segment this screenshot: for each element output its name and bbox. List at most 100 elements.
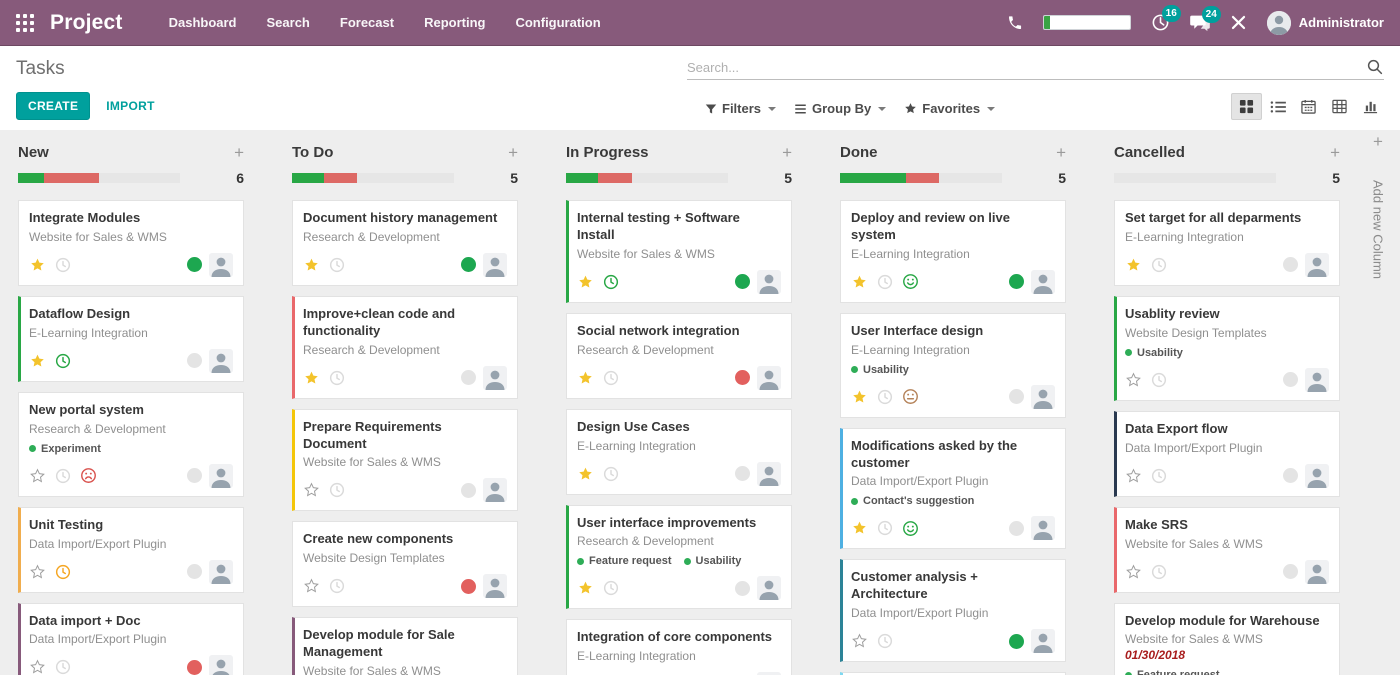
kanban-state-icon[interactable] [187, 257, 202, 272]
activity-clock-icon[interactable] [329, 578, 345, 594]
assignee-avatar[interactable] [1031, 629, 1055, 653]
app-title[interactable]: Project [50, 11, 123, 35]
activity-clock-icon[interactable] [55, 564, 71, 580]
column-progressbar[interactable] [840, 173, 1002, 183]
activity-clock-icon[interactable] [603, 580, 619, 596]
activity-clock-icon[interactable] [1151, 468, 1167, 484]
assignee-avatar[interactable] [209, 464, 233, 488]
priority-star-icon[interactable] [303, 578, 320, 594]
priority-star-icon[interactable] [577, 466, 594, 482]
task-card[interactable]: Prepare Requirements Document Website fo… [292, 409, 518, 512]
kanban-state-icon[interactable] [187, 660, 202, 675]
task-card[interactable]: Dataflow Design E-Learning Integration [18, 296, 244, 382]
task-card[interactable]: User interface improvements Research & D… [566, 505, 792, 610]
task-card[interactable]: Document history management Research & D… [292, 200, 518, 286]
priority-star-icon[interactable] [851, 274, 868, 290]
rating-face-icon[interactable] [902, 388, 919, 405]
search-input[interactable] [687, 60, 1366, 75]
priority-star-icon[interactable] [29, 468, 46, 484]
view-list-button[interactable] [1262, 93, 1293, 120]
menu-dashboard[interactable]: Dashboard [169, 15, 237, 30]
progress-green-segment[interactable] [292, 173, 324, 183]
assignee-avatar[interactable] [483, 366, 507, 390]
kanban-state-icon[interactable] [735, 581, 750, 596]
assignee-avatar[interactable] [209, 349, 233, 373]
progress-green-segment[interactable] [18, 173, 44, 183]
activity-clock-icon[interactable] [877, 633, 893, 649]
priority-star-icon[interactable] [1125, 372, 1142, 388]
activity-clock-icon[interactable] [329, 370, 345, 386]
task-card[interactable]: Set target for all deparments E-Learning… [1114, 200, 1340, 286]
activity-clock-icon[interactable] [55, 257, 71, 273]
kanban-state-icon[interactable] [461, 483, 476, 498]
phone-icon[interactable] [1007, 15, 1023, 31]
priority-star-icon[interactable] [303, 257, 320, 273]
activity-clock-icon[interactable] [329, 257, 345, 273]
kanban-state-icon[interactable] [1009, 634, 1024, 649]
kanban-state-icon[interactable] [1009, 274, 1024, 289]
column-title[interactable]: Cancelled [1114, 144, 1185, 161]
task-card[interactable]: New portal system Research & Development… [18, 392, 244, 497]
priority-star-icon[interactable] [851, 389, 868, 405]
progress-green-segment[interactable] [566, 173, 598, 183]
activity-clock-icon[interactable] [603, 466, 619, 482]
activity-clock-icon[interactable] [877, 389, 893, 405]
kanban-state-icon[interactable] [461, 257, 476, 272]
import-button[interactable]: IMPORT [106, 99, 154, 113]
task-card[interactable]: Internal testing + Software Install Webs… [566, 200, 792, 303]
task-card[interactable]: Make SRS Website for Sales & WMS [1114, 507, 1340, 593]
user-menu[interactable]: Administrator [1267, 11, 1384, 35]
assignee-avatar[interactable] [1305, 560, 1329, 584]
assignee-avatar[interactable] [757, 366, 781, 390]
activity-clock-icon[interactable] [603, 274, 619, 290]
create-button[interactable]: CREATE [16, 92, 90, 120]
column-title[interactable]: New [18, 144, 49, 161]
menu-reporting[interactable]: Reporting [424, 15, 485, 30]
priority-star-icon[interactable] [851, 633, 868, 649]
assignee-avatar[interactable] [1305, 464, 1329, 488]
menu-forecast[interactable]: Forecast [340, 15, 394, 30]
priority-star-icon[interactable] [29, 659, 46, 675]
assignee-avatar[interactable] [483, 478, 507, 502]
kanban-state-icon[interactable] [461, 579, 476, 594]
kanban-state-icon[interactable] [735, 274, 750, 289]
task-card[interactable]: Deploy and review on live system E-Learn… [840, 200, 1066, 303]
column-title[interactable]: Done [840, 144, 878, 161]
rating-face-icon[interactable] [902, 520, 919, 537]
priority-star-icon[interactable] [577, 580, 594, 596]
task-card[interactable]: Data Export flow Data Import/Export Plug… [1114, 411, 1340, 497]
quick-add-icon[interactable]: + [1330, 144, 1340, 161]
view-pivot-button[interactable] [1324, 93, 1355, 120]
view-kanban-button[interactable] [1231, 93, 1262, 120]
priority-star-icon[interactable] [303, 370, 320, 386]
kanban-state-icon[interactable] [1009, 389, 1024, 404]
activity-clock-icon[interactable] [329, 482, 345, 498]
kanban-state-icon[interactable] [1283, 468, 1298, 483]
kanban-state-icon[interactable] [1283, 372, 1298, 387]
view-calendar-button[interactable] [1293, 93, 1324, 120]
priority-star-icon[interactable] [851, 520, 868, 536]
add-column-plus-icon[interactable]: + [1373, 132, 1383, 152]
priority-star-icon[interactable] [303, 482, 320, 498]
task-card[interactable]: Integration of core components E-Learnin… [566, 619, 792, 675]
priority-star-icon[interactable] [1125, 257, 1142, 273]
activity-clock-icon[interactable] [55, 659, 71, 675]
priority-star-icon[interactable] [577, 274, 594, 290]
kanban-state-icon[interactable] [735, 466, 750, 481]
messages-icon[interactable]: 24 [1190, 14, 1210, 32]
task-card[interactable]: User Interface design E-Learning Integra… [840, 313, 1066, 418]
kanban-state-icon[interactable] [461, 370, 476, 385]
priority-star-icon[interactable] [1125, 468, 1142, 484]
group-by-dropdown[interactable]: Group By [794, 101, 886, 116]
activity-clock-icon[interactable] [877, 274, 893, 290]
quick-add-icon[interactable]: + [234, 144, 244, 161]
activity-clock-icon[interactable] [1151, 372, 1167, 388]
activity-clock-icon[interactable] [603, 370, 619, 386]
view-graph-button[interactable] [1355, 93, 1386, 120]
task-card[interactable]: Develop module for Warehouse Website for… [1114, 603, 1340, 675]
task-card[interactable]: Create new components Website Design Tem… [292, 521, 518, 607]
activity-clock-icon[interactable] [877, 520, 893, 536]
assignee-avatar[interactable] [1305, 253, 1329, 277]
progress-red-segment[interactable] [598, 173, 632, 183]
progress-green-segment[interactable] [840, 173, 906, 183]
